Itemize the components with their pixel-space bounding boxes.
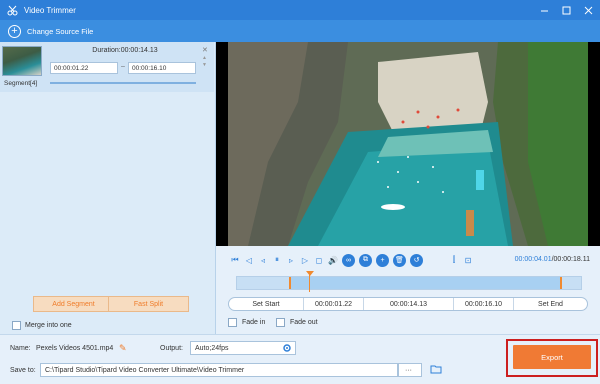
fade-in-row[interactable]: Fade in [228, 318, 265, 327]
export-button[interactable]: Export [513, 345, 591, 369]
previous-frame-icon[interactable]: ◁ [242, 253, 256, 267]
window-title: Video Trimmer [24, 5, 76, 15]
loop-icon[interactable]: ∞ [342, 253, 355, 267]
time-display: 00:00:04.01/00:00:18.11 [515, 256, 590, 263]
set-end-button[interactable]: Set End [514, 298, 587, 310]
merge-checkbox[interactable] [12, 321, 21, 330]
current-time: 00:00:04.01 [514, 256, 552, 263]
fade-out-checkbox[interactable] [276, 318, 285, 327]
volume-icon[interactable]: 🔊 [326, 253, 340, 267]
segment-label: Segment[4] [4, 80, 38, 87]
video-frame [228, 42, 588, 246]
segment-progress [50, 82, 196, 84]
segment-card[interactable]: Segment[4] Duration:00:00:14.13 00:00:01… [0, 42, 214, 92]
end-time-field[interactable]: 00:00:16.10 [454, 298, 514, 310]
forward-icon[interactable]: ▹ [284, 253, 298, 267]
reset-icon[interactable]: ↺ [410, 253, 423, 267]
copy-icon[interactable]: ⧉ [359, 253, 372, 267]
minimize-icon [540, 10, 548, 11]
segment-close-icon[interactable]: ✕ [202, 46, 208, 54]
video-frame-image [228, 42, 588, 246]
add-segment-button[interactable]: Add Segment [33, 296, 114, 312]
add-icon: + [8, 24, 21, 38]
frame-icon[interactable]: ⊡ [461, 253, 475, 267]
file-name: Pexels Videos 4501.mp4 [36, 345, 114, 352]
maximize-icon [562, 6, 570, 14]
fast-split-button[interactable]: Fast Split [108, 296, 189, 312]
playhead-marker[interactable] [306, 271, 314, 276]
merge-label: Merge into one [25, 322, 72, 329]
pause-icon[interactable]: ⏸ [270, 253, 284, 267]
trim-selection[interactable] [289, 277, 562, 289]
video-preview[interactable] [216, 42, 600, 246]
fade-in-label: Fade in [242, 319, 266, 326]
segment-thumbnail [2, 46, 42, 76]
change-source-label: Change Source File [27, 26, 94, 36]
player-controls: ⏮ ◁ ◃ ⏸ ▹ ▷ ◻ 🔊 ∞ ⧉ + 🗑 ↺ ⫿ ⊡ 00:00:04.0… [216, 246, 600, 334]
segment-start-field[interactable]: 00:00:01.22 [50, 62, 118, 74]
fade-in-checkbox[interactable] [228, 318, 237, 327]
segment-end-field[interactable]: 00:00:16.10 [128, 62, 196, 74]
rewind-icon[interactable]: ◃ [256, 253, 270, 267]
set-start-button[interactable]: Set Start [229, 298, 304, 310]
folder-icon[interactable] [430, 364, 442, 376]
fade-out-label: Fade out [290, 319, 318, 326]
duration-field[interactable]: 00:00:14.13 [364, 298, 454, 310]
merge-checkbox-row[interactable]: Merge into one [12, 321, 72, 330]
change-source-bar[interactable]: + Change Source File [0, 20, 600, 42]
close-button[interactable] [582, 4, 594, 16]
add-segment-icon[interactable]: + [376, 253, 389, 267]
stop-icon[interactable]: ◻ [312, 253, 326, 267]
output-format-field[interactable]: Auto;24fps [190, 341, 296, 355]
trim-settings-row: Set Start 00:00:01.22 00:00:14.13 00:00:… [228, 297, 588, 311]
segment-panel: Segment[4] Duration:00:00:14.13 00:00:01… [0, 42, 216, 334]
save-path-value: C:\Tipard Studio\Tipard Video Converter … [45, 366, 245, 374]
settings-icon[interactable] [282, 343, 292, 355]
delete-icon[interactable]: 🗑 [393, 253, 406, 267]
save-path-field[interactable]: C:\Tipard Studio\Tipard Video Converter … [40, 363, 398, 377]
browse-button[interactable]: ··· [398, 363, 422, 377]
output-label: Output: [160, 345, 183, 352]
segment-dash: – [121, 63, 125, 70]
scissors-icon [6, 4, 18, 16]
trim-timeline[interactable] [236, 276, 582, 290]
skip-start-icon[interactable]: ⏮ [228, 253, 242, 267]
total-time: /00:00:18.11 [551, 256, 590, 263]
edit-icon[interactable]: ✎ [119, 343, 127, 354]
playhead[interactable] [309, 272, 310, 292]
segment-duration: Duration:00:00:14.13 [92, 47, 158, 54]
name-label: Name: [10, 345, 31, 352]
browse-label: ··· [405, 366, 412, 374]
save-to-label: Save to: [10, 367, 36, 374]
segment-order-icon[interactable]: ▲ ▼ [202, 55, 207, 69]
split-icon[interactable]: ⫿ [447, 253, 461, 267]
minimize-button[interactable] [538, 4, 550, 16]
title-bar: Video Trimmer [0, 0, 600, 20]
start-time-field[interactable]: 00:00:01.22 [304, 298, 364, 310]
next-frame-icon[interactable]: ▷ [298, 253, 312, 267]
output-format-value: Auto;24fps [195, 344, 229, 352]
fade-out-row[interactable]: Fade out [276, 318, 318, 327]
close-icon [584, 6, 592, 14]
maximize-button[interactable] [560, 4, 572, 16]
